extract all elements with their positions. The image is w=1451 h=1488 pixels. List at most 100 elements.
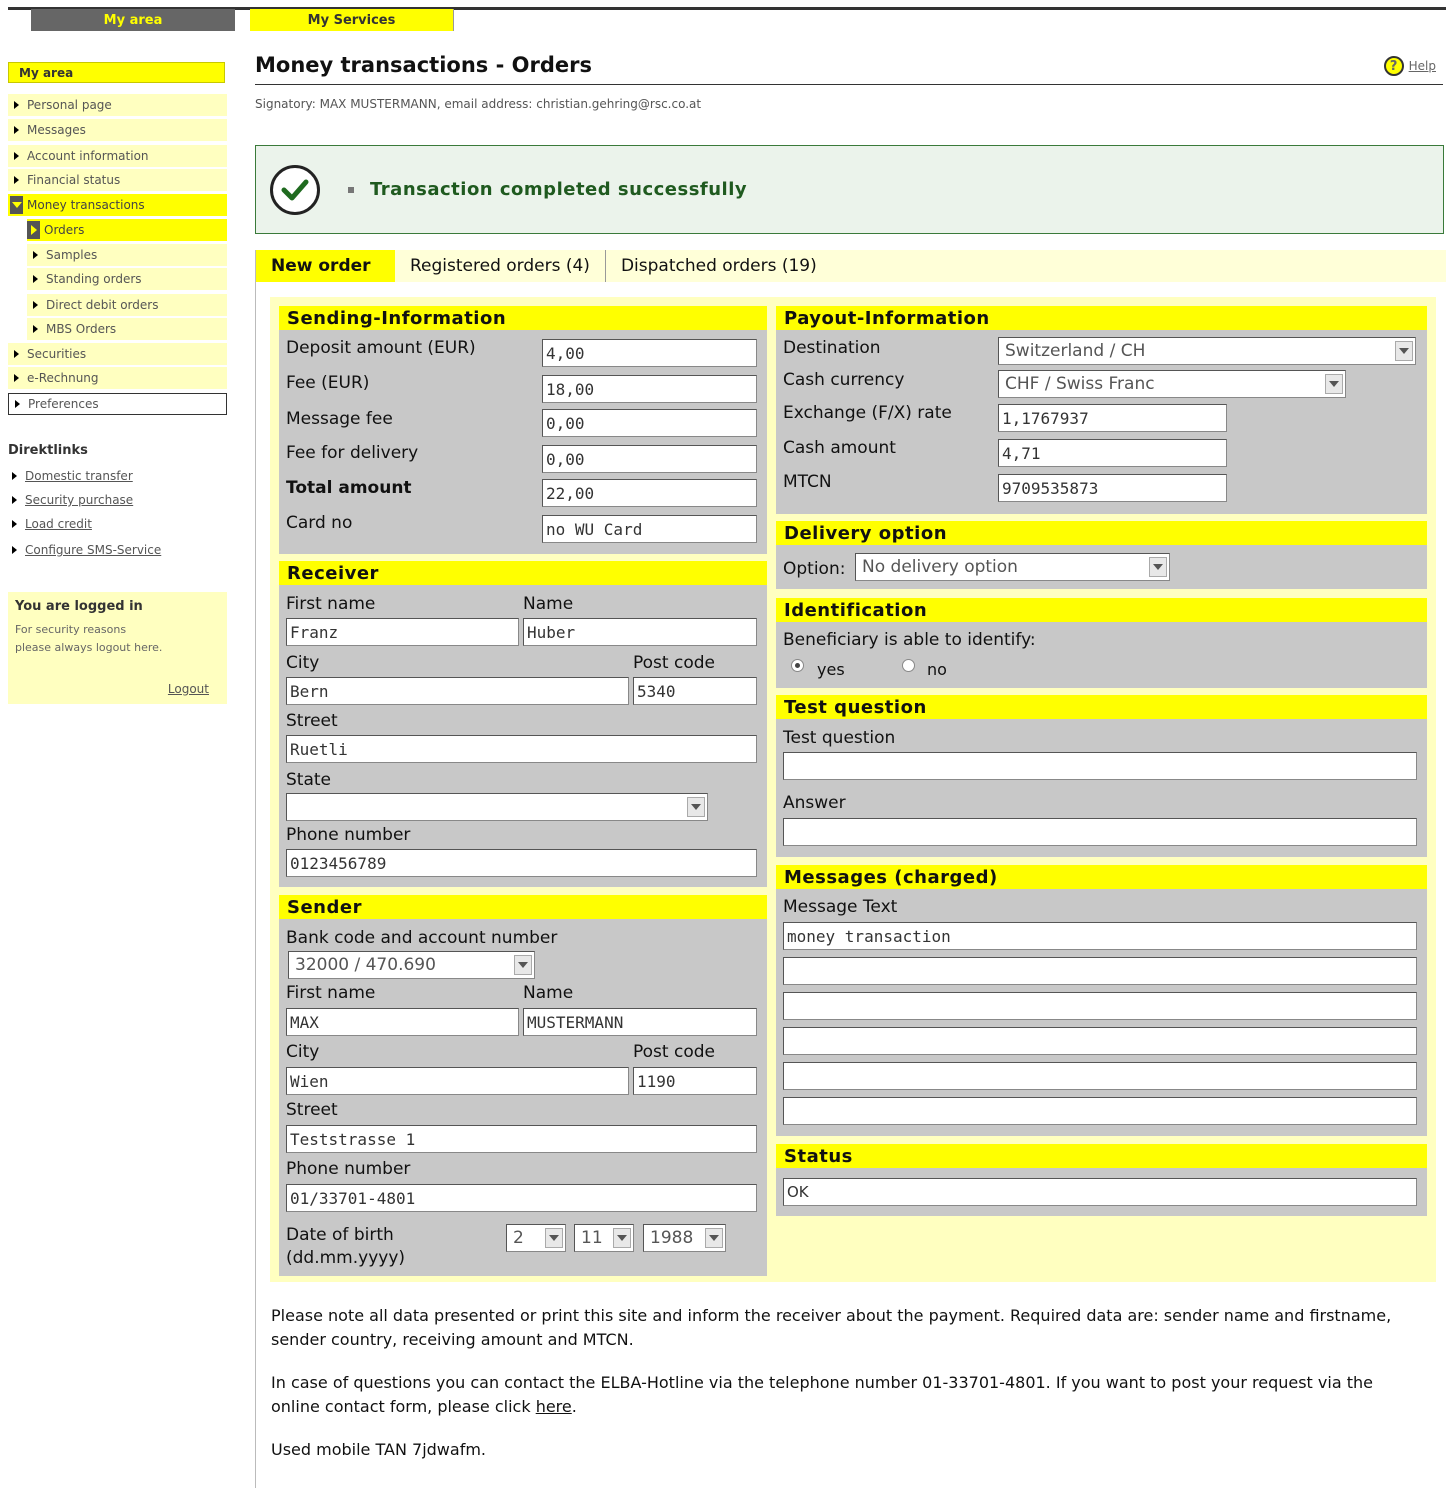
delivery-fee-label: Fee for delivery xyxy=(286,443,419,463)
contact-form-link[interactable]: here xyxy=(536,1397,572,1416)
order-tabs: New order Registered orders (4) Dispatch… xyxy=(256,250,832,282)
identify-yes-radio[interactable] xyxy=(791,659,804,672)
content-border xyxy=(255,250,256,1488)
delivery-option-value: No delivery option xyxy=(862,557,1018,577)
tab-new-order[interactable]: New order xyxy=(256,250,395,282)
section-title: Messages (charged) xyxy=(776,865,1427,889)
sidebar-item-samples[interactable]: Samples xyxy=(27,244,227,266)
dob-year-select[interactable]: 1988 xyxy=(643,1224,726,1252)
sidebar-item-preferences[interactable]: Preferences xyxy=(8,393,227,415)
fx-rate-field[interactable]: 1,1767937 xyxy=(998,404,1227,432)
tab-my-services[interactable]: My Services xyxy=(250,9,454,31)
sender-first-name-field[interactable]: MAX xyxy=(286,1008,519,1036)
receiver-first-name-field[interactable]: Franz xyxy=(286,618,519,646)
bank-account-value: 32000 / 470.690 xyxy=(295,955,436,975)
arrow-right-icon xyxy=(33,325,38,333)
bank-account-select[interactable]: 32000 / 470.690 xyxy=(288,951,535,979)
receiver-state-select[interactable] xyxy=(286,793,708,821)
sender-post-code-field[interactable]: 1190 xyxy=(633,1067,757,1095)
page-title: Money transactions - Orders xyxy=(255,53,592,77)
direktlink-load-credit[interactable]: Load credit xyxy=(8,517,92,531)
cash-currency-label: Cash currency xyxy=(783,370,905,390)
receiver-phone-field[interactable]: 0123456789 xyxy=(286,849,757,877)
answer-field[interactable] xyxy=(783,818,1417,846)
dob-day-select[interactable]: 2 xyxy=(506,1224,566,1252)
sender-section: Sender Bank code and account number 3200… xyxy=(279,895,767,1276)
sidebar-item-direct-debit-orders[interactable]: Direct debit orders xyxy=(27,294,227,316)
status-field[interactable]: OK xyxy=(783,1178,1417,1206)
bank-account-label: Bank code and account number xyxy=(286,928,558,948)
signatory-text: Signatory: MAX MUSTERMANN, email address… xyxy=(255,97,702,111)
dob-day-value: 2 xyxy=(513,1228,524,1248)
help-link[interactable]: ? Help xyxy=(1383,56,1436,76)
receiver-name-label: Name xyxy=(523,594,574,614)
sidebar-item-orders[interactable]: Orders xyxy=(27,219,227,241)
sender-name-field[interactable]: MUSTERMANN xyxy=(523,1008,757,1036)
logout-link[interactable]: Logout xyxy=(168,682,209,696)
delivery-option-select[interactable]: No delivery option xyxy=(855,553,1170,581)
dob-month-select[interactable]: 11 xyxy=(574,1224,634,1252)
receiver-post-code-label: Post code xyxy=(633,653,715,673)
cash-amount-field[interactable]: 4,71 xyxy=(998,439,1227,467)
fee-field[interactable]: 18,00 xyxy=(542,375,757,403)
sidebar-item-securities[interactable]: Securities xyxy=(8,343,227,365)
deposit-label: Deposit amount (EUR) xyxy=(286,338,476,358)
total-amount-field[interactable]: 22,00 xyxy=(542,479,757,507)
receiver-street-field[interactable]: Ruetli xyxy=(286,735,757,763)
test-question-field[interactable] xyxy=(783,752,1417,780)
tab-dispatched-orders[interactable]: Dispatched orders (19) xyxy=(604,250,832,282)
direktlink-security-purchase[interactable]: Security purchase xyxy=(8,493,133,507)
destination-select[interactable]: Switzerland / CH xyxy=(998,337,1416,365)
mtcn-label: MTCN xyxy=(783,472,832,492)
sidebar-item-money-transactions[interactable]: Money transactions xyxy=(8,194,227,216)
arrow-right-icon xyxy=(12,546,17,554)
chevron-down-icon xyxy=(514,955,532,975)
direktlink-label[interactable]: Domestic transfer xyxy=(25,469,133,483)
sender-phone-field[interactable]: 01/33701-4801 xyxy=(286,1184,757,1212)
direktlink-configure-sms[interactable]: Configure SMS-Service xyxy=(8,543,161,557)
title-divider xyxy=(255,84,1443,85)
sidebar-item-financial-status[interactable]: Financial status xyxy=(8,169,227,191)
test-question-section: Test question Test question Answer xyxy=(776,695,1427,857)
tab-my-area[interactable]: My area xyxy=(31,9,235,31)
message-line-field[interactable] xyxy=(783,1027,1417,1055)
message-line-field[interactable] xyxy=(783,957,1417,985)
receiver-city-field[interactable]: Bern xyxy=(286,677,629,705)
checkmark-icon xyxy=(270,164,320,215)
direktlink-label[interactable]: Load credit xyxy=(25,517,92,531)
section-title: Receiver xyxy=(279,561,767,585)
card-no-field[interactable]: no WU Card xyxy=(542,515,757,543)
direktlink-domestic-transfer[interactable]: Domestic transfer xyxy=(8,469,133,483)
sidebar-item-personal-page[interactable]: Personal page xyxy=(8,94,227,116)
sidebar-item-standing-orders[interactable]: Standing orders xyxy=(27,268,227,290)
receiver-post-code-field[interactable]: 5340 xyxy=(633,677,757,705)
delivery-fee-field[interactable]: 0,00 xyxy=(542,445,757,473)
sidebar-item-mbs-orders[interactable]: MBS Orders xyxy=(27,318,227,340)
direktlink-label[interactable]: Security purchase xyxy=(25,493,133,507)
sender-street-field[interactable]: Teststrasse 1 xyxy=(286,1125,757,1153)
tab-registered-orders[interactable]: Registered orders (4) xyxy=(395,250,605,282)
sidebar-item-e-rechnung[interactable]: e-Rechnung xyxy=(8,367,227,389)
message-fee-field[interactable]: 0,00 xyxy=(542,409,757,437)
receiver-first-name-label: First name xyxy=(286,594,376,614)
message-line-field[interactable] xyxy=(783,1097,1417,1125)
section-title: Sender xyxy=(279,895,767,919)
sender-city-field[interactable]: Wien xyxy=(286,1067,629,1095)
cash-currency-select[interactable]: CHF / Swiss Franc xyxy=(998,370,1346,398)
arrow-right-icon xyxy=(12,520,17,528)
receiver-name-field[interactable]: Huber xyxy=(523,618,757,646)
receiver-state-label: State xyxy=(286,770,331,790)
arrow-right-icon xyxy=(33,251,38,259)
message-line-field[interactable] xyxy=(783,1062,1417,1090)
deposit-amount-field[interactable]: 4,00 xyxy=(542,339,757,367)
note-text: . xyxy=(571,1397,577,1416)
arrow-right-icon xyxy=(12,472,17,480)
mtcn-field[interactable]: 9709535873 xyxy=(998,474,1227,502)
message-line-field[interactable] xyxy=(783,992,1417,1020)
direktlink-label[interactable]: Configure SMS-Service xyxy=(25,543,161,557)
identify-no-radio[interactable] xyxy=(902,659,915,672)
message-line-field[interactable]: money transaction xyxy=(783,922,1417,950)
sidebar-item-account-information[interactable]: Account information xyxy=(8,145,227,167)
arrow-right-icon xyxy=(15,400,20,408)
sidebar-item-messages[interactable]: Messages xyxy=(8,119,227,141)
